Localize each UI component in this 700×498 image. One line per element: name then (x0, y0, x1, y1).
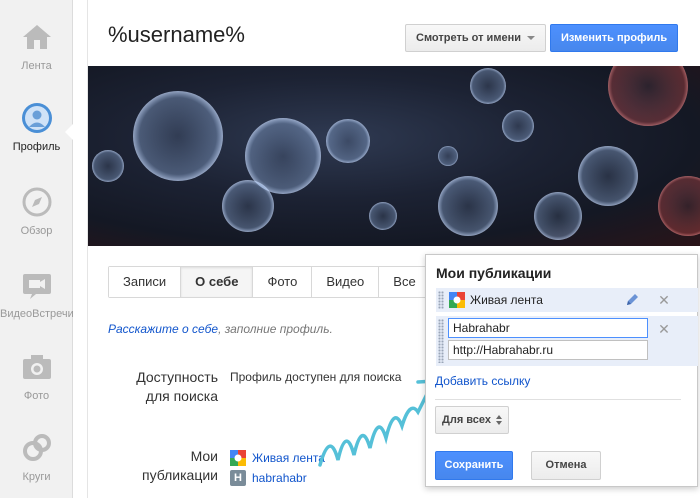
publications-label-line2: публикации (142, 467, 218, 483)
tab-photos[interactable]: Фото (253, 267, 313, 297)
rail-item-label: ВидеоВстречи (0, 308, 74, 320)
circles-icon (22, 434, 51, 461)
visibility-select-value: Для всех (442, 414, 491, 426)
tab-about[interactable]: О себе (181, 267, 254, 297)
camera-icon (22, 355, 51, 379)
about-prompt-text: , заполние профиль. (218, 322, 333, 336)
search-visibility-label-line2: для поиска (145, 388, 218, 404)
about-prompt-link[interactable]: Расскажите о себе (108, 322, 218, 336)
publication-edit-row: ✕ (436, 316, 698, 366)
view-as-button[interactable]: Смотреть от имени (405, 24, 546, 52)
edit-profile-button[interactable]: Изменить профиль (550, 24, 679, 52)
left-navigation-rail: Лента Профиль Обзор ВидеоВстречи Фото Кр… (0, 0, 74, 498)
divider (435, 399, 681, 400)
publication-row[interactable]: Живая лента ✕ (436, 288, 698, 312)
rail-item-label: Профиль (12, 141, 61, 153)
rail-item-label: Круги (22, 471, 51, 483)
drag-handle-icon[interactable] (438, 291, 444, 309)
google-feed-icon (449, 292, 465, 308)
close-icon[interactable]: ✕ (658, 322, 670, 336)
link-name-input[interactable] (448, 318, 648, 338)
publication-link-habrahabr[interactable]: H habrahabr (230, 470, 307, 486)
publication-name: Живая лента (470, 293, 543, 307)
video-icon (22, 274, 51, 299)
view-as-label: Смотреть от имени (416, 32, 521, 44)
search-visibility-label-line1: Доступность (136, 369, 218, 385)
page-title: %username% (108, 22, 245, 47)
visibility-select[interactable]: Для всех (435, 406, 509, 434)
search-visibility-label: Доступность для поиска (108, 368, 218, 406)
dialog-title: Мои публикации (436, 265, 552, 281)
save-button[interactable]: Сохранить (435, 451, 513, 480)
home-icon (22, 25, 51, 49)
cover-photo (88, 66, 700, 246)
publication-name: Живая лента (252, 451, 325, 465)
tab-videos[interactable]: Видео (312, 267, 380, 297)
tab-all[interactable]: Все (379, 267, 430, 297)
profile-icon (21, 103, 52, 133)
rail-item-profile[interactable]: Профиль (0, 101, 74, 171)
cover-bokeh-image (92, 66, 700, 240)
rail-item-photos[interactable]: Фото (0, 350, 73, 420)
rail-item-label: Обзор (20, 225, 53, 237)
publications-label: Мои публикации (108, 447, 218, 485)
compass-icon (22, 187, 51, 217)
close-icon[interactable]: ✕ (658, 293, 670, 307)
link-url-input[interactable] (448, 340, 648, 360)
habrahabr-icon: H (230, 470, 246, 486)
rail-item-label: Фото (23, 390, 50, 402)
publication-link-live-feed[interactable]: Живая лента (230, 450, 325, 466)
select-arrows-icon (496, 415, 502, 425)
drag-handle-icon[interactable] (438, 319, 444, 363)
tab-posts[interactable]: Записи (109, 267, 182, 297)
publications-editor-dialog: Мои публикации Живая лента ✕ ✕ Добавить … (425, 254, 698, 487)
about-prompt: Расскажите о себе, заполние профиль. (108, 322, 333, 336)
pencil-icon[interactable] (624, 292, 640, 308)
google-feed-icon (230, 450, 246, 466)
publications-label-line1: Мои (190, 448, 218, 464)
rail-item-circles[interactable]: Круги (0, 431, 73, 498)
rail-item-hangouts[interactable]: ВидеоВстречи (0, 268, 74, 338)
search-visibility-value: Профиль доступен для поиска (230, 370, 402, 384)
cancel-button[interactable]: Отмена (531, 451, 601, 480)
add-link-button[interactable]: Добавить ссылку (435, 374, 530, 388)
rail-item-explore[interactable]: Обзор (0, 185, 73, 255)
rail-item-feed[interactable]: Лента (0, 20, 73, 90)
rail-item-label: Лента (21, 60, 52, 72)
publication-name: habrahabr (252, 471, 307, 485)
chevron-down-icon (526, 36, 535, 40)
profile-tabs: Записи О себе Фото Видео Все (108, 266, 431, 298)
